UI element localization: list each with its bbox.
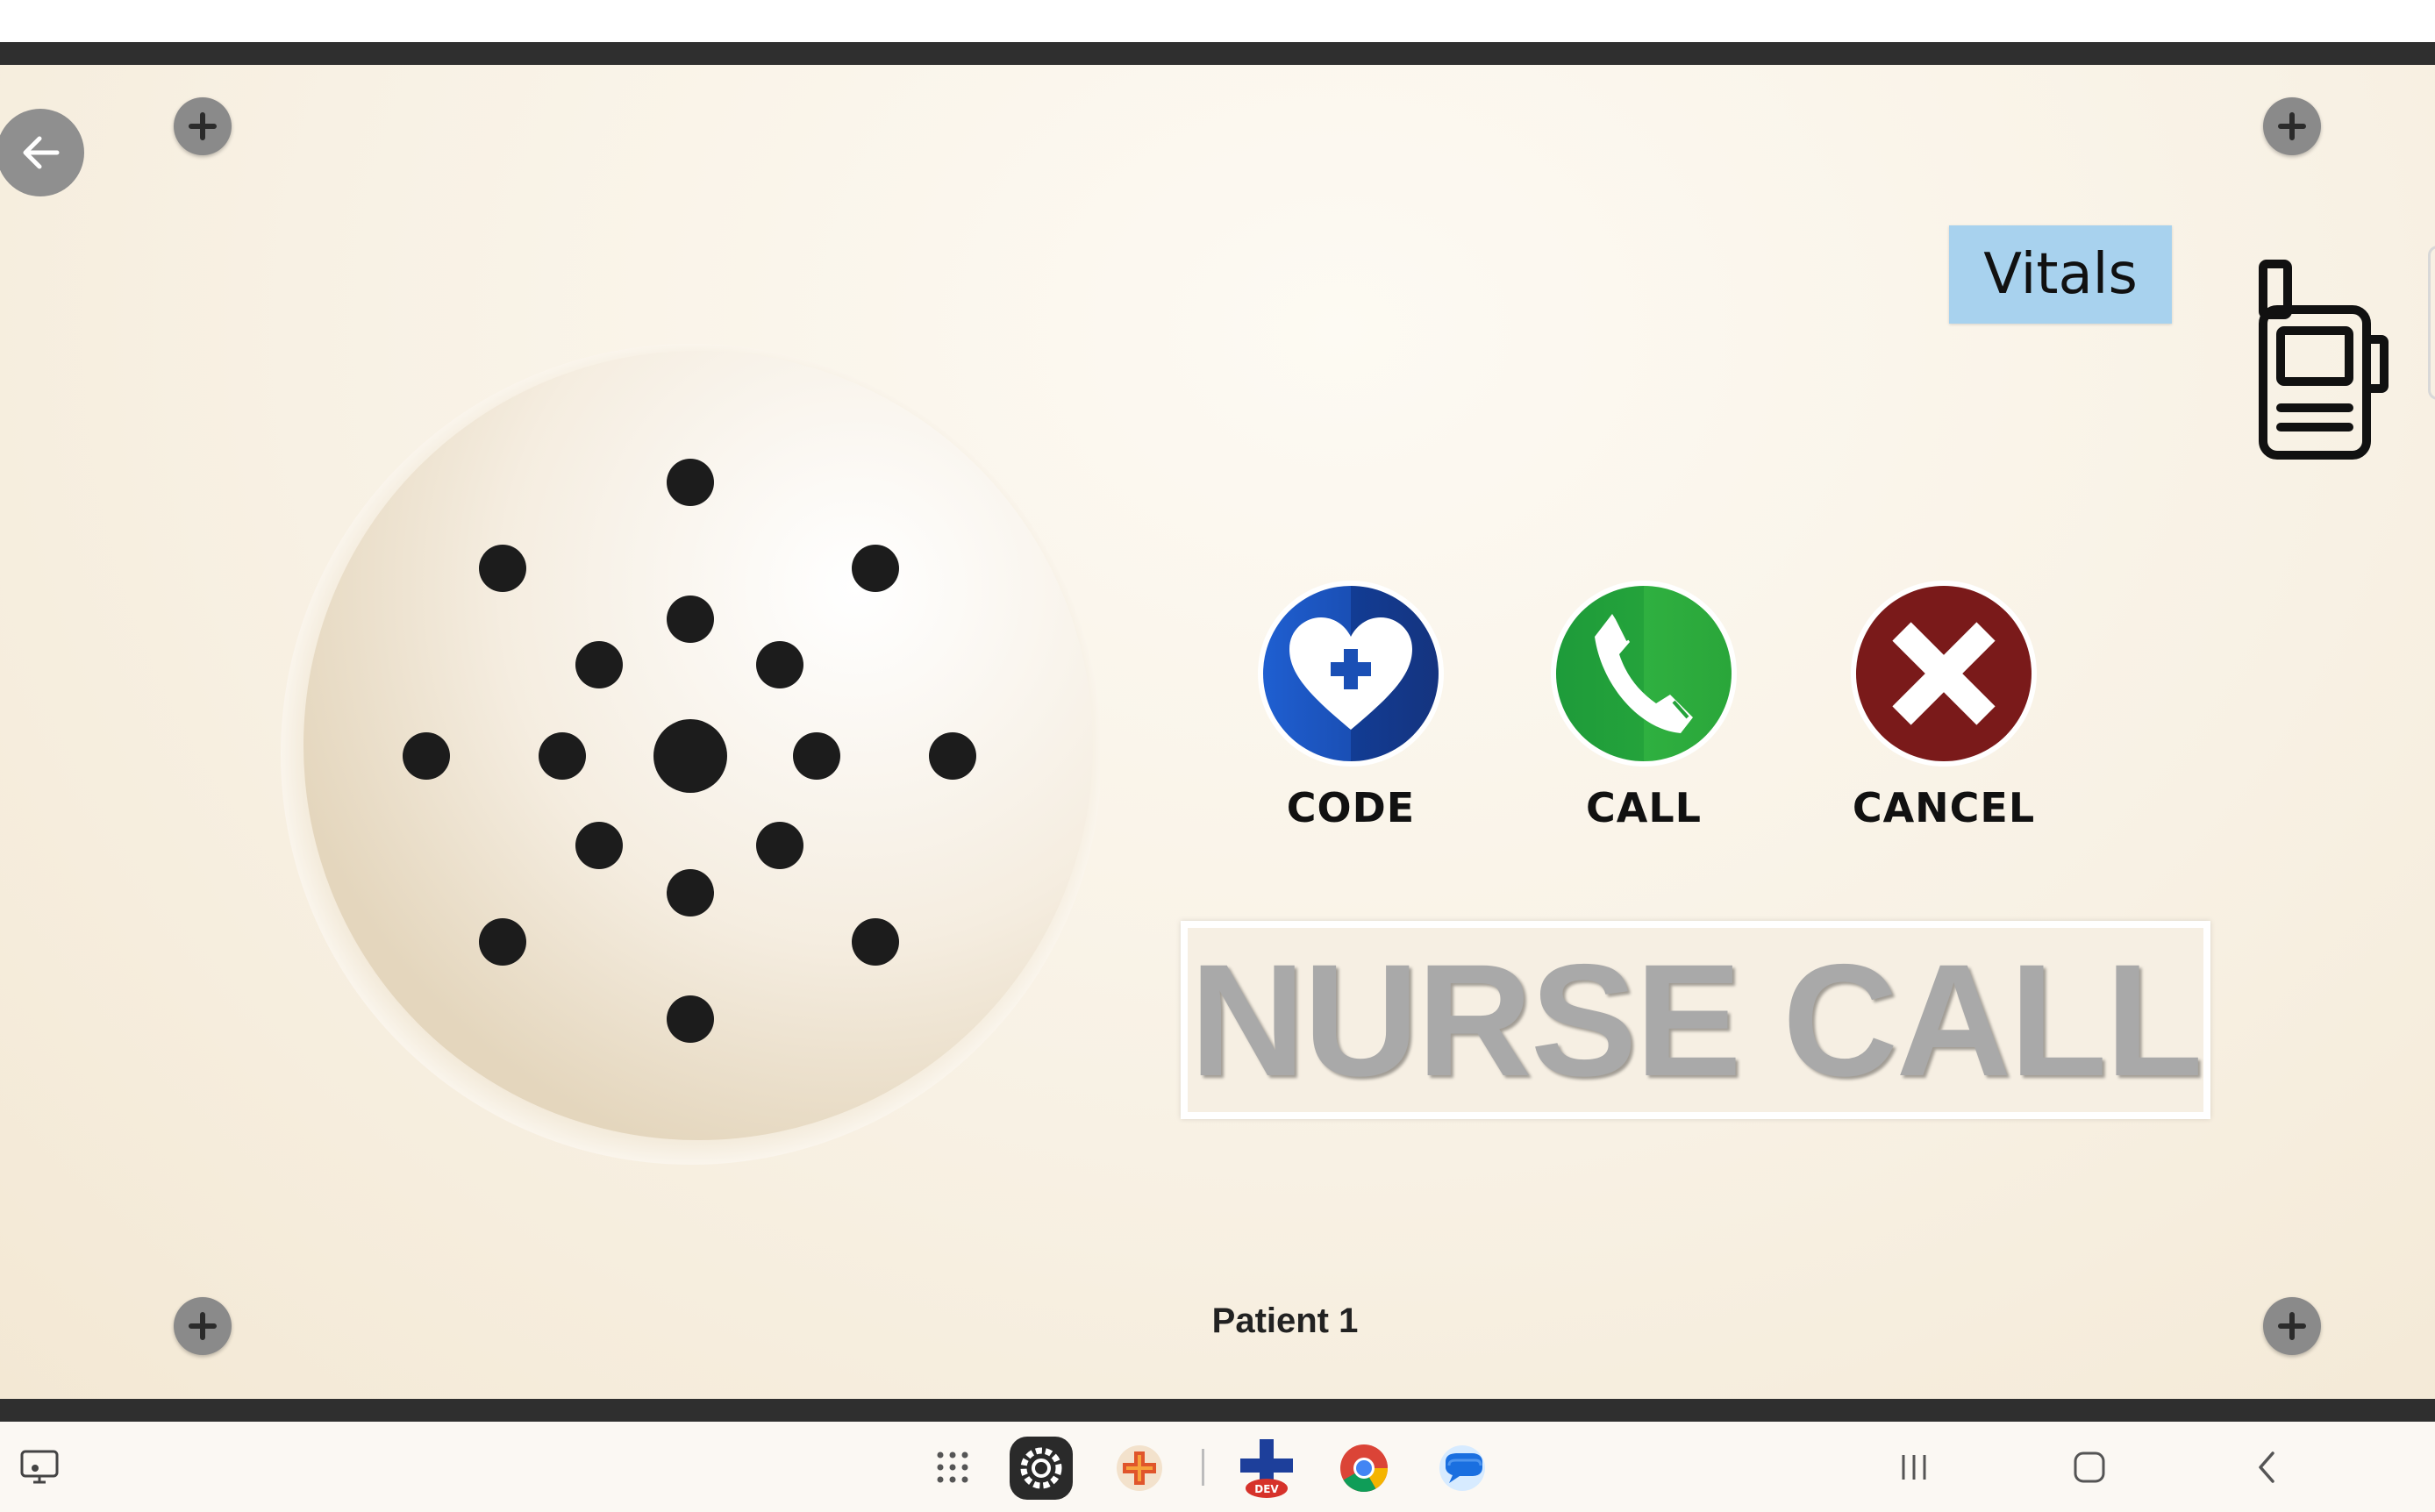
home-nav-button[interactable]: [2061, 1443, 2117, 1492]
frame-bottom-bar: [0, 1399, 2435, 1422]
back-arrow-icon: [23, 136, 60, 169]
medical-app-icon: [1117, 1445, 1162, 1491]
phone-icon: [1551, 581, 1737, 767]
messages-icon: [1439, 1445, 1485, 1491]
nurse-call-sign: NURSE CALL: [1181, 921, 2210, 1119]
cancel-button[interactable]: CANCEL: [1821, 579, 2067, 831]
status-bar: [0, 0, 2435, 42]
medical-dev-app-button[interactable]: DEV: [1232, 1432, 1302, 1502]
corner-add-button-top-right[interactable]: [2263, 97, 2321, 155]
frame-top-bar: [0, 42, 2435, 65]
recents-icon: [1902, 1455, 1926, 1480]
taskbar-separator: [1202, 1449, 1204, 1486]
screen-cast-button[interactable]: [12, 1443, 67, 1492]
speaker-grille: [281, 344, 1100, 1165]
app-drawer-icon: [937, 1451, 968, 1483]
chrome-app-button[interactable]: [1335, 1439, 1393, 1497]
messages-app-button[interactable]: [1433, 1439, 1491, 1497]
vitals-button[interactable]: Vitals: [1949, 225, 2172, 324]
recents-nav-button[interactable]: [1886, 1443, 1942, 1492]
cancel-label: CANCEL: [1852, 784, 2036, 831]
walkie-talkie-icon[interactable]: [2254, 259, 2395, 460]
code-label: CODE: [1286, 784, 1416, 831]
taskbar: DEV: [0, 1422, 2435, 1512]
plus-icon: [2278, 112, 2306, 140]
corner-add-button-bottom-left[interactable]: [174, 1297, 232, 1355]
side-drawer-handle[interactable]: [2428, 246, 2435, 400]
heart-plus-icon: [1258, 581, 1444, 767]
patient-label: Patient 1: [1211, 1302, 1359, 1340]
nurse-call-title: NURSE CALL: [1189, 931, 2203, 1109]
corner-add-button-top-left[interactable]: [174, 97, 232, 155]
screen-cast-icon: [20, 1450, 59, 1484]
app-drawer-button[interactable]: [928, 1443, 977, 1492]
back-nav-button[interactable]: [2239, 1443, 2295, 1492]
code-button[interactable]: CODE: [1228, 579, 1474, 831]
medical-app-button[interactable]: [1110, 1439, 1168, 1497]
settings-app-icon: [1010, 1437, 1073, 1500]
settings-app-button[interactable]: [1009, 1436, 1074, 1501]
call-label: CALL: [1586, 784, 1702, 831]
back-icon: [2259, 1451, 2274, 1483]
chrome-icon: [1340, 1444, 1388, 1493]
dev-badge: DEV: [1254, 1483, 1279, 1495]
plus-icon: [2278, 1312, 2306, 1340]
x-icon: [1851, 581, 2037, 767]
back-button[interactable]: [0, 109, 84, 196]
call-button[interactable]: CALL: [1521, 579, 1767, 831]
plus-icon: [189, 1312, 217, 1340]
home-icon: [2074, 1451, 2105, 1483]
medical-dev-app-icon: DEV: [1240, 1439, 1293, 1498]
plus-icon: [189, 112, 217, 140]
corner-add-button-bottom-right[interactable]: [2263, 1297, 2321, 1355]
